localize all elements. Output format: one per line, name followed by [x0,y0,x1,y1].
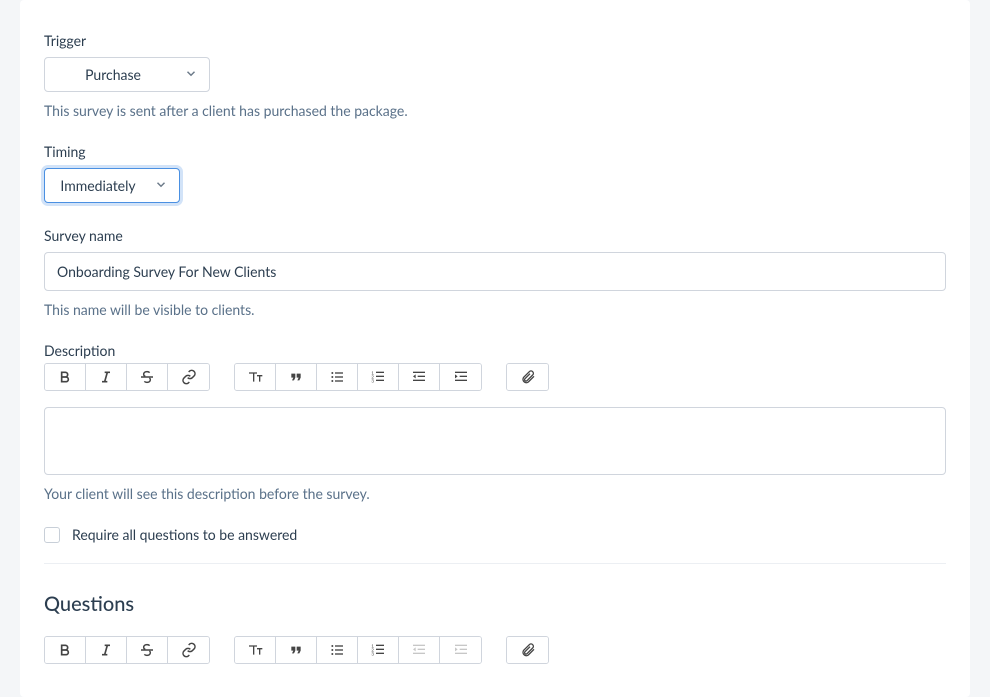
ol-button[interactable]: 123 [358,364,399,390]
ul-button[interactable] [317,637,358,663]
svg-text:3: 3 [371,378,374,383]
link-button[interactable] [168,364,209,390]
form-card: Trigger Purchase This survey is sent aft… [20,0,970,697]
textsize-button[interactable] [235,364,276,390]
indent-button[interactable] [440,637,481,663]
paperclip-icon [520,369,536,385]
toolbar-group-format [44,363,210,391]
description-field: Description [44,342,946,502]
toolbar-group-block: 123 [234,363,482,391]
outdent-button[interactable] [399,364,440,390]
trigger-helper: This survey is sent after a client has p… [44,102,946,119]
indent-button[interactable] [440,364,481,390]
description-label: Description [44,342,946,359]
questions-title: Questions [44,592,946,616]
svg-text:3: 3 [371,651,374,656]
timing-label: Timing [44,143,946,160]
toolbar-group-block: 123 [234,636,482,664]
survey-name-label: Survey name [44,227,946,244]
description-toolbar: 123 [44,363,946,391]
textsize-button[interactable] [235,637,276,663]
bold-button[interactable] [45,364,86,390]
paperclip-icon [520,642,536,658]
italic-icon [98,642,114,658]
timing-select-value: Immediately [60,177,135,194]
link-icon [181,369,197,385]
bold-icon [57,642,73,658]
bullet-list-icon [329,369,345,385]
strike-button[interactable] [127,364,168,390]
strike-button[interactable] [127,637,168,663]
italic-icon [98,369,114,385]
survey-name-helper: This name will be visible to clients. [44,301,946,318]
strikethrough-icon [139,642,155,658]
link-button[interactable] [168,637,209,663]
bold-button[interactable] [45,637,86,663]
toolbar-group-format [44,636,210,664]
require-all-row: Require all questions to be answered [44,526,946,543]
text-size-icon [247,369,263,385]
quote-button[interactable] [276,637,317,663]
quote-icon [288,642,304,658]
bold-icon [57,369,73,385]
indent-icon [453,369,469,385]
trigger-field: Trigger Purchase This survey is sent aft… [44,32,946,119]
outdent-icon [411,642,427,658]
indent-icon [453,642,469,658]
attach-button[interactable] [507,364,548,390]
trigger-select-value: Purchase [85,66,141,83]
require-all-label: Require all questions to be answered [72,526,297,543]
questions-toolbar: 123 [44,636,946,664]
timing-select-wrap: Immediately [44,168,180,203]
numbered-list-icon: 123 [370,642,386,658]
ol-button[interactable]: 123 [358,637,399,663]
description-helper: Your client will see this description be… [44,485,946,502]
numbered-list-icon: 123 [370,369,386,385]
require-all-checkbox[interactable] [44,527,60,543]
attach-button[interactable] [507,637,548,663]
strikethrough-icon [139,369,155,385]
timing-field: Timing Immediately [44,143,946,203]
survey-name-field: Survey name This name will be visible to… [44,227,946,318]
italic-button[interactable] [86,364,127,390]
toolbar-group-attach [506,363,549,391]
timing-select[interactable]: Immediately [44,168,180,203]
trigger-label: Trigger [44,32,946,49]
italic-button[interactable] [86,637,127,663]
ul-button[interactable] [317,364,358,390]
bullet-list-icon [329,642,345,658]
quote-icon [288,369,304,385]
survey-name-input[interactable] [44,252,946,291]
toolbar-group-attach [506,636,549,664]
link-icon [181,642,197,658]
text-size-icon [247,642,263,658]
quote-button[interactable] [276,364,317,390]
outdent-button[interactable] [399,637,440,663]
section-divider [44,563,946,564]
outdent-icon [411,369,427,385]
trigger-select[interactable]: Purchase [44,57,210,92]
description-editor[interactable] [44,407,946,475]
trigger-select-wrap: Purchase [44,57,210,92]
